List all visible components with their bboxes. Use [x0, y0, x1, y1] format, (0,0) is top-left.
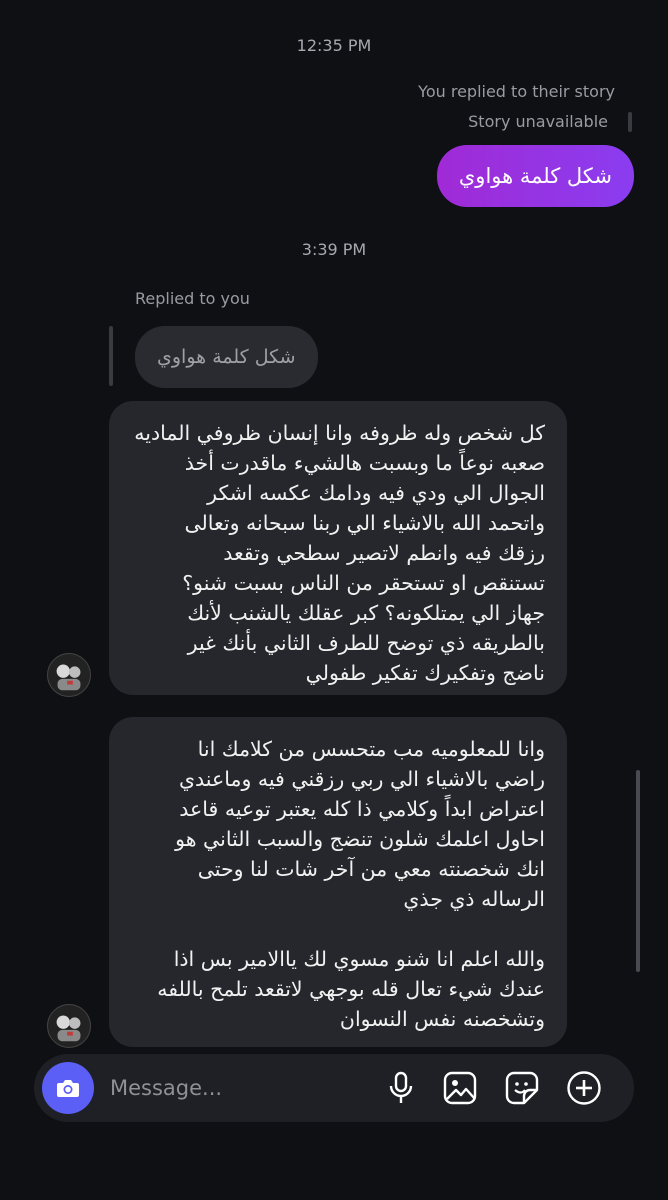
- story-reply-label: You replied to their story: [418, 82, 615, 101]
- add-button[interactable]: [566, 1070, 602, 1106]
- camera-button[interactable]: [42, 1062, 94, 1114]
- sticker-icon: [505, 1071, 539, 1105]
- received-message-bubble[interactable]: كل شخص وله ظروفه وانا إنسان ظروفي المادي…: [109, 401, 567, 695]
- timestamp: 3:39 PM: [301, 240, 367, 259]
- sticker-button[interactable]: [504, 1070, 540, 1106]
- quoted-message-bubble[interactable]: شكل كلمة هواوي: [135, 326, 318, 388]
- timestamp: 12:35 PM: [296, 36, 372, 55]
- sender-avatar[interactable]: [47, 653, 91, 697]
- add-icon: [567, 1071, 601, 1105]
- story-quote-bar: [628, 112, 632, 132]
- message-composer: [34, 1054, 634, 1122]
- reply-quote-bar: [109, 326, 113, 386]
- microphone-icon: [389, 1071, 413, 1103]
- story-unavailable-label: Story unavailable: [468, 112, 608, 131]
- scroll-indicator[interactable]: [636, 770, 640, 972]
- received-message-bubble[interactable]: وانا للمعلوميه مب متحسس من كلامك انا راض…: [109, 717, 567, 1047]
- avatar-image-icon: [48, 654, 90, 696]
- replied-to-you-label: Replied to you: [135, 289, 250, 308]
- gallery-icon: [443, 1071, 477, 1105]
- avatar-image-icon: [48, 1005, 90, 1047]
- microphone-button[interactable]: [383, 1070, 419, 1106]
- camera-icon: [57, 1080, 79, 1097]
- sent-message-bubble[interactable]: شكل كلمة هواوي: [436, 145, 634, 207]
- gallery-button[interactable]: [442, 1070, 478, 1106]
- message-input[interactable]: [110, 1054, 360, 1122]
- sender-avatar[interactable]: [47, 1004, 91, 1048]
